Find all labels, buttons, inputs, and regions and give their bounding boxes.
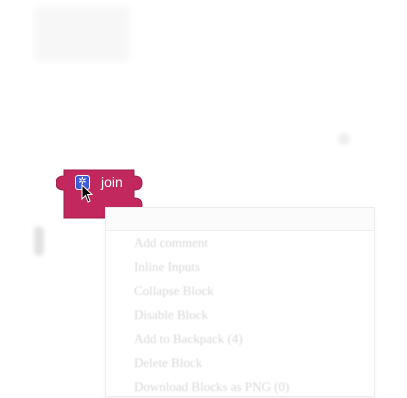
menu-item-delete-block[interactable]: Delete Block xyxy=(134,352,202,374)
faded-block xyxy=(34,6,130,62)
menu-item-inline-inputs[interactable]: Inline Inputs xyxy=(134,256,200,278)
block-context-menu: Add comment Inline Inputs Collapse Block… xyxy=(105,207,375,397)
menu-item-add-comment[interactable]: Add comment xyxy=(134,232,208,254)
menu-item-collapse-block[interactable]: Collapse Block xyxy=(134,280,214,302)
menu-item-disable-block[interactable]: Disable Block xyxy=(134,304,208,326)
menu-item-add-to-backpack[interactable]: Add to Backpack (4) xyxy=(134,328,243,350)
context-menu-header xyxy=(106,208,374,231)
menu-item-download-png[interactable]: Download Blocks as PNG (0) xyxy=(134,376,289,398)
faded-block-edge xyxy=(34,226,44,256)
mouse-pointer-icon xyxy=(81,184,94,203)
join-block-label: join xyxy=(101,174,123,190)
workspace-canvas[interactable]: ✲ join Add comment Inline Inputs Collaps… xyxy=(0,0,407,397)
faded-marker xyxy=(338,133,350,145)
